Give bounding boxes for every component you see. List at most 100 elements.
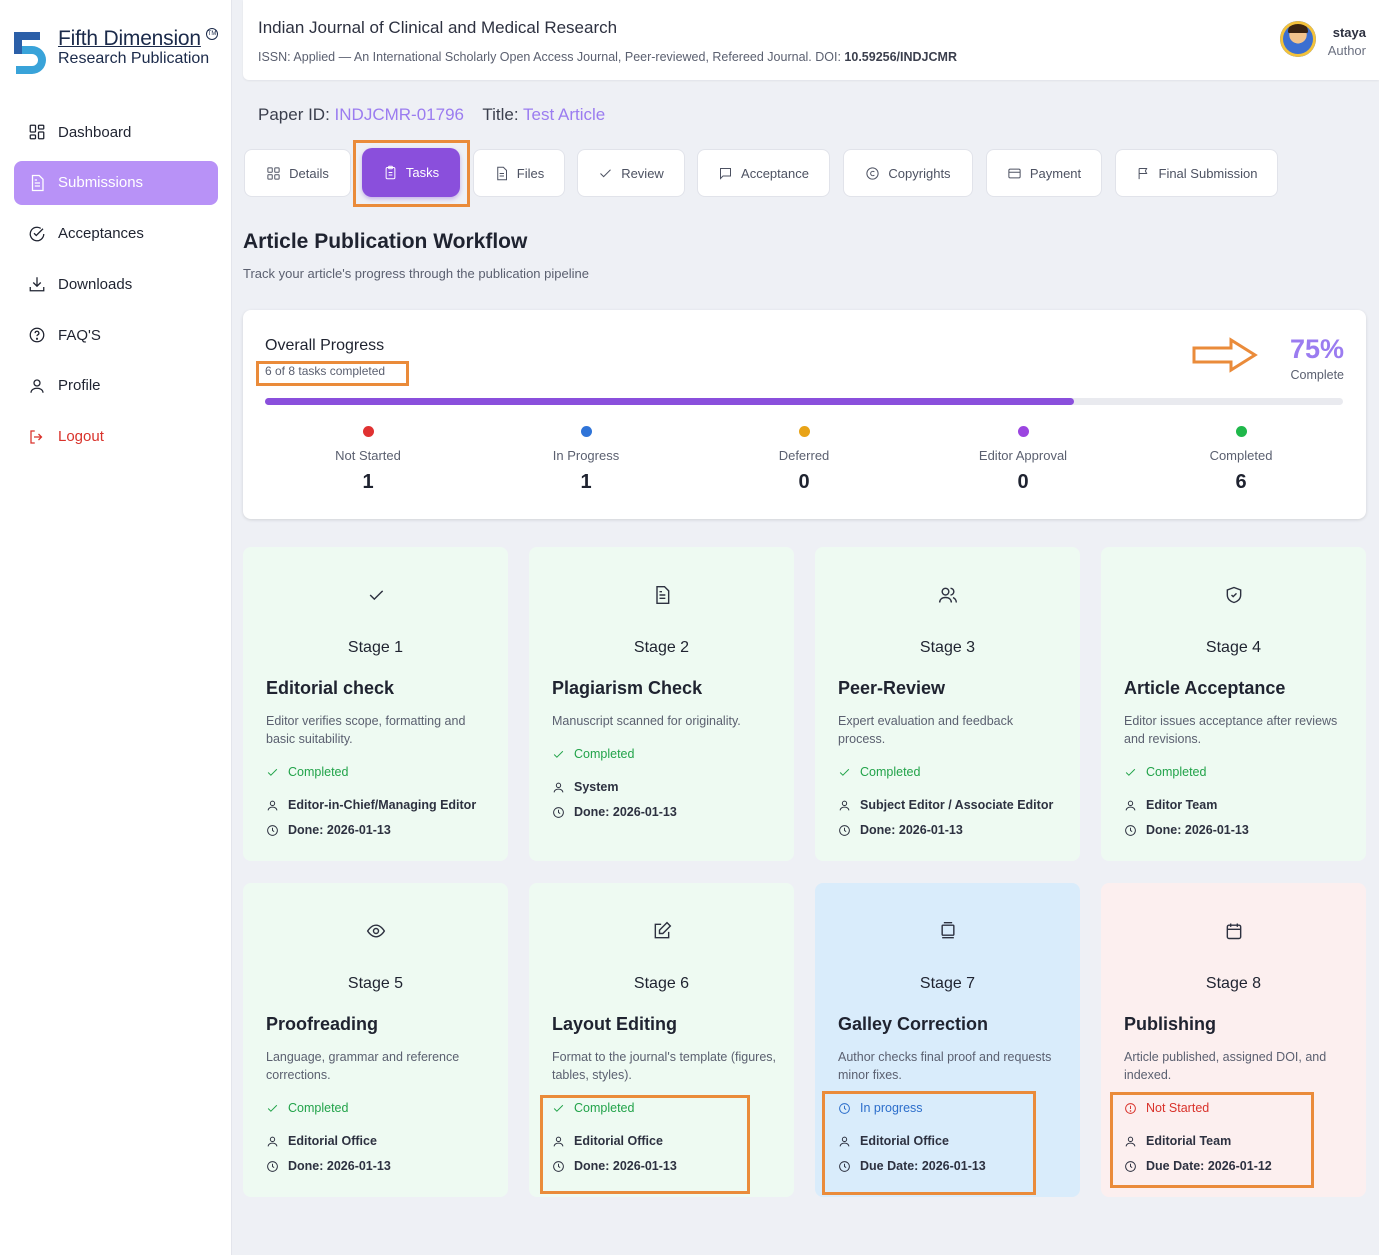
stage-status: In progress	[838, 1101, 923, 1115]
legend-editor-approval: Editor Approval 0	[943, 426, 1103, 494]
card-icon	[1008, 168, 1021, 178]
check-circle-icon	[29, 226, 45, 241]
date-label: Done: 2026-01-13	[574, 805, 677, 819]
check-icon	[267, 768, 278, 776]
grid-icon	[267, 166, 280, 180]
sidebar-item-label: FAQ'S	[58, 326, 101, 344]
tab-details[interactable]: Details	[244, 149, 351, 197]
brand-name: Fifth Dimension	[58, 27, 201, 50]
sidebar-item-acceptances[interactable]: Acceptances	[14, 212, 218, 256]
stage-owner: Editor Team	[1124, 798, 1217, 812]
user-icon	[839, 1136, 850, 1146]
stage-card-6[interactable]: Stage 6 Layout Editing Format to the jou…	[529, 883, 794, 1197]
clock-icon	[839, 1160, 850, 1172]
progress-bar-fill	[265, 398, 1074, 405]
legend-label: Editor Approval	[978, 448, 1068, 463]
stage-card-7[interactable]: Stage 7 Galley Correction Author checks …	[815, 883, 1080, 1197]
status-label: Completed	[288, 765, 349, 779]
stage-owner: Editor-in-Chief/Managing Editor	[266, 798, 476, 812]
date-label: Done: 2026-01-13	[860, 823, 963, 837]
status-label: Completed	[574, 1101, 635, 1115]
sidebar-item-submissions[interactable]: Submissions	[14, 160, 218, 205]
stage-owner: Subject Editor / Associate Editor	[838, 798, 1053, 812]
stage-card-4[interactable]: Stage 4 Article Acceptance Editor issues…	[1101, 547, 1366, 861]
legend-deferred: Deferred 0	[724, 426, 884, 494]
logout-icon	[30, 430, 43, 444]
journal-subtitle-text: ISSN: Applied — An International Scholar…	[258, 50, 845, 64]
sidebar-nav: Dashboard Submissions Acceptances Downlo…	[14, 110, 218, 466]
stage-card-1[interactable]: Stage 1 Editorial check Editor verifies …	[243, 547, 508, 861]
tab-label: Copyrights	[888, 165, 951, 181]
help-circle-icon	[29, 327, 45, 343]
paper-title-label: Title:	[482, 105, 519, 124]
stage-card-5[interactable]: Stage 5 Proofreading Language, grammar a…	[243, 883, 508, 1197]
clock-icon	[553, 806, 564, 818]
tab-files[interactable]: Files	[473, 149, 565, 197]
tab-copyrights[interactable]: Copyrights	[843, 149, 973, 197]
sidebar-item-label: Downloads	[58, 275, 133, 293]
sidebar: Fifth Dimension Research Publication TM …	[0, 0, 232, 1255]
sidebar-item-profile[interactable]: Profile	[14, 364, 218, 408]
download-icon	[29, 277, 45, 292]
stage-status: Completed	[552, 1101, 634, 1115]
sidebar-item-faqs[interactable]: FAQ'S	[14, 313, 218, 357]
overall-complete-label: Complete	[1290, 368, 1345, 382]
stage-card-2[interactable]: Stage 2 Plagiarism Check Manuscript scan…	[529, 547, 794, 861]
legend-completed: Completed 6	[1161, 426, 1321, 494]
journal-subtitle: ISSN: Applied — An International Scholar…	[258, 50, 957, 64]
edit-icon	[654, 921, 671, 939]
tasks-completed-count: 6 of 8 tasks completed	[265, 364, 386, 378]
paper-id-label: Paper ID:	[258, 105, 330, 124]
status-dot	[362, 426, 374, 437]
tab-label: Final Submission	[1158, 165, 1258, 181]
tab-review[interactable]: Review	[577, 149, 685, 197]
stage-number: Stage 1	[347, 639, 404, 656]
journal-title: Indian Journal of Clinical and Medical R…	[258, 18, 618, 37]
avatar[interactable]	[1280, 21, 1316, 57]
message-icon	[720, 167, 732, 180]
sidebar-item-logout[interactable]: Logout	[14, 415, 218, 459]
stage-status: Completed	[266, 765, 348, 779]
stage-name: Proofreading	[266, 1014, 379, 1034]
overall-progress-card: Overall Progress 6 of 8 tasks completed …	[243, 310, 1366, 519]
clock-icon	[553, 1160, 564, 1172]
tab-tasks[interactable]: Tasks	[362, 148, 460, 197]
stage-card-8[interactable]: Stage 8 Publishing Article published, as…	[1101, 883, 1366, 1197]
stage-description: Author checks final proof and requests m…	[838, 1050, 1052, 1082]
date-label: Done: 2026-01-13	[288, 823, 391, 837]
paper-title-value: Test Article	[523, 105, 606, 124]
stage-date: Done: 2026-01-13	[1124, 823, 1249, 837]
status-dot	[580, 426, 592, 437]
legend-label: Not Started	[335, 448, 401, 463]
paper-id-value: INDJCMR-01796	[334, 105, 464, 124]
calendar-icon	[1226, 923, 1241, 940]
check-icon	[553, 1104, 564, 1112]
check-icon	[1125, 768, 1136, 776]
owner-label: Editorial Team	[1146, 1134, 1232, 1148]
overall-progress-title: Overall Progress	[265, 337, 385, 354]
stage-date: Done: 2026-01-13	[552, 1159, 677, 1173]
document-icon	[655, 585, 669, 605]
stage-date: Done: 2026-01-13	[266, 823, 391, 837]
clock-icon	[267, 1160, 278, 1172]
tab-final-submission[interactable]: Final Submission	[1115, 149, 1278, 197]
brand-logo[interactable]: Fifth Dimension Research Publication	[12, 28, 209, 80]
status-label: Completed	[288, 1101, 349, 1115]
file-icon	[497, 166, 507, 180]
user-icon	[267, 800, 278, 810]
stage-name: Layout Editing	[552, 1014, 677, 1034]
stage-number: Stage 2	[633, 639, 690, 656]
check-icon	[553, 750, 564, 758]
stage-number: Stage 7	[919, 975, 976, 992]
stage-card-3[interactable]: Stage 3 Peer-Review Expert evaluation an…	[815, 547, 1080, 861]
owner-label: Editor-in-Chief/Managing Editor	[288, 798, 477, 812]
owner-label: System	[574, 780, 619, 794]
user-icon	[839, 800, 850, 810]
stage-description: Article published, assigned DOI, and ind…	[1124, 1050, 1327, 1082]
legend-label: Completed	[1209, 448, 1273, 463]
workflow-subtitle: Track your article's progress through th…	[243, 266, 589, 281]
tab-acceptance[interactable]: Acceptance	[697, 149, 830, 197]
sidebar-item-downloads[interactable]: Downloads	[14, 262, 218, 306]
sidebar-item-dashboard[interactable]: Dashboard	[14, 110, 218, 154]
tab-payment[interactable]: Payment	[986, 149, 1102, 197]
